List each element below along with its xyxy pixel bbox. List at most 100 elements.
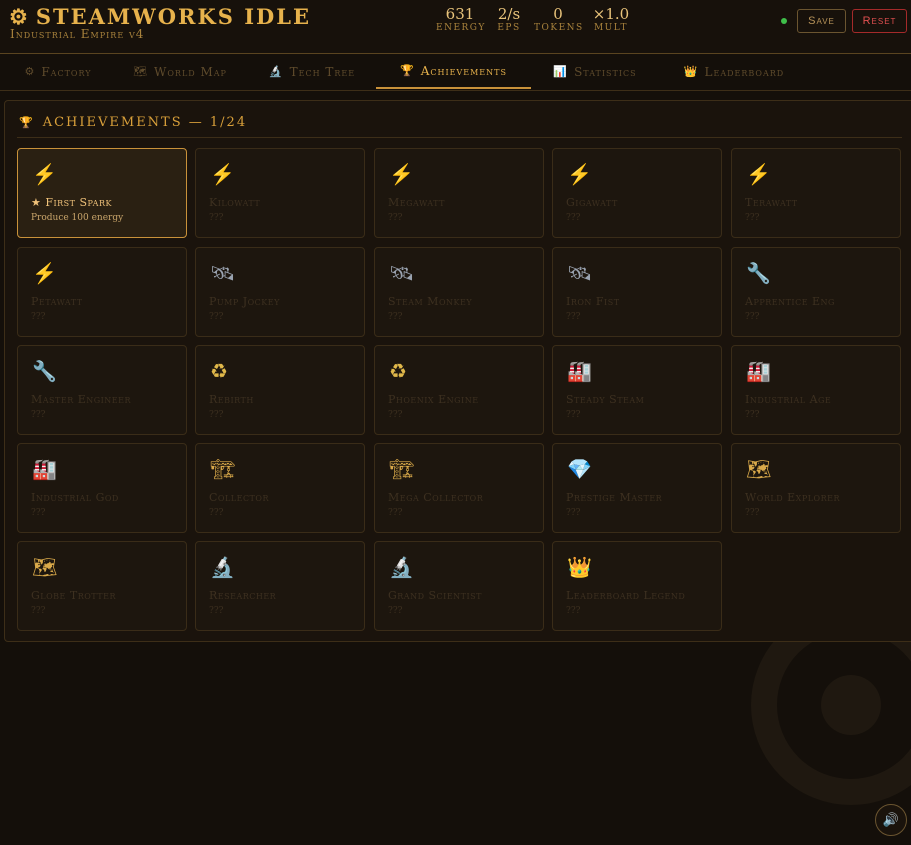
achievement-description: ???	[388, 312, 403, 322]
divider	[17, 137, 902, 138]
achievement-name: ★ First Spark	[31, 196, 112, 209]
achievement-card[interactable]: 👑 Leaderboard Legend???	[552, 541, 722, 631]
speaker-icon: 🔊	[882, 812, 900, 828]
achievement-name: Pump Jockey	[209, 295, 280, 308]
achievement-description: ???	[209, 508, 224, 518]
achievement-name: Steam Monkey	[388, 295, 473, 308]
achievement-description: ???	[566, 213, 581, 223]
recycle-icon: ♻	[210, 359, 228, 383]
world-map-icon: 🗺	[32, 555, 58, 579]
achievement-name: Collector	[209, 491, 269, 504]
achievement-description: Produce 100 energy	[31, 213, 124, 223]
achievement-name: Terawatt	[745, 196, 798, 209]
achievements-panel: 🏆 Achievements — 1/24 ⚡ ★ First Spark Produ…	[4, 100, 911, 642]
achievement-card[interactable]: 🗺 Globe Trotter???	[17, 541, 187, 631]
achievement-name: World Explorer	[745, 491, 840, 504]
achievement-name: Apprentice Eng	[745, 295, 835, 308]
crown-icon: 👑	[567, 555, 592, 579]
energy-stat: 631 Energy	[436, 5, 486, 33]
achievement-card[interactable]: 🗺 World Explorer???	[731, 443, 901, 533]
lightning-icon: ⚡	[389, 162, 414, 186]
map-icon: 🗺	[133, 65, 149, 78]
achievement-name: Rebirth	[209, 393, 254, 406]
online-status-indicator	[781, 18, 787, 24]
achievement-name: Industrial Age	[745, 393, 832, 406]
world-map-icon: 🗺	[746, 457, 772, 481]
achievement-card[interactable]: ♻ Rebirth???	[195, 345, 365, 435]
wrench-icon: 🔧	[32, 359, 57, 383]
top-bar: ⚙ Steamworks Idle Industrial Empire v4 63…	[0, 0, 911, 54]
achievement-card[interactable]: 🔬 Grand Scientist???	[374, 541, 544, 631]
achievement-name: Prestige Master	[566, 491, 663, 504]
trophy-icon: 🏆	[400, 64, 415, 77]
achievement-card[interactable]: ⚡ Megawatt???	[374, 148, 544, 238]
achievement-card[interactable]: ⚡ Kilowatt???	[195, 148, 365, 238]
achievement-name: Grand Scientist	[388, 589, 482, 602]
save-button[interactable]: Save	[797, 9, 846, 33]
bar-chart-icon: 📊	[553, 65, 569, 78]
achievement-description: ???	[566, 606, 581, 616]
achievement-card[interactable]: ⚡ Terawatt???	[731, 148, 901, 238]
achievement-card[interactable]: 🏗 Collector???	[195, 443, 365, 533]
satellite-icon: 🛰	[389, 261, 415, 285]
achievement-name: Mega Collector	[388, 491, 484, 504]
tab-world-map[interactable]: 🗺 World Map	[118, 54, 242, 89]
achievement-name: Iron Fist	[566, 295, 620, 308]
achievement-description: ???	[745, 508, 760, 518]
achievement-card[interactable]: 🛰 Pump Jockey???	[195, 247, 365, 337]
gear-icon: ⚙	[24, 65, 36, 78]
satellite-icon: 🛰	[210, 261, 236, 285]
microscope-icon: 🔬	[389, 555, 414, 579]
achievement-card[interactable]: 💎 Prestige Master???	[552, 443, 722, 533]
achievement-description: ???	[566, 508, 581, 518]
achievement-card[interactable]: 🏭 Industrial God???	[17, 443, 187, 533]
diamond-icon: 💎	[567, 457, 592, 481]
achievement-card[interactable]: 🛰 Steam Monkey???	[374, 247, 544, 337]
tokens-stat: 0 Tokens	[534, 5, 584, 33]
tab-factory[interactable]: ⚙ Factory	[8, 54, 108, 89]
achievement-name: Kilowatt	[209, 196, 261, 209]
reset-button[interactable]: Reset	[852, 9, 907, 33]
achievement-card[interactable]: 🔧 Master Engineer???	[17, 345, 187, 435]
tab-leaderboard[interactable]: 👑 Leaderboard	[664, 54, 804, 89]
lightning-icon: ⚡	[567, 162, 592, 186]
achievement-card[interactable]: ⚡ ★ First Spark Produce 100 energy	[17, 148, 187, 238]
tab-tech-tree[interactable]: 🔬 Tech Tree	[254, 54, 370, 89]
achievement-name: Petawatt	[31, 295, 83, 308]
tab-statistics[interactable]: 📊 Statistics	[538, 54, 652, 89]
achievement-card[interactable]: 🔧 Apprentice Eng???	[731, 247, 901, 337]
trophy-icon: 🏆	[19, 116, 35, 129]
app-subtitle: Industrial Empire v4	[10, 27, 145, 41]
achievement-card[interactable]: 🏭 Steady Steam???	[552, 345, 722, 435]
achievement-name: Researcher	[209, 589, 277, 602]
satellite-icon: 🛰	[567, 261, 593, 285]
microscope-icon: 🔬	[268, 65, 284, 78]
achievement-name: Gigawatt	[566, 196, 618, 209]
eps-stat: 2/s EPS	[497, 5, 521, 33]
achievement-name: Industrial God	[31, 491, 119, 504]
achievement-name: Megawatt	[388, 196, 445, 209]
lightning-icon: ⚡	[210, 162, 235, 186]
achievement-name: Leaderboard Legend	[566, 589, 686, 602]
achievement-card[interactable]: 🏗 Mega Collector???	[374, 443, 544, 533]
achievement-name: Master Engineer	[31, 393, 132, 406]
achievement-card[interactable]: ⚡ Petawatt???	[17, 247, 187, 337]
construction-icon: 🏗	[210, 457, 236, 481]
achievement-description: ???	[31, 312, 46, 322]
tab-achievements[interactable]: 🏆 Achievements	[376, 54, 531, 89]
app-title: ⚙ Steamworks Idle	[9, 4, 312, 29]
main-tabs: ⚙ Factory 🗺 World Map 🔬 Tech Tree 🏆 Achievem…	[0, 54, 911, 91]
achievements-heading: 🏆 Achievements — 1/24	[19, 115, 248, 130]
achievement-description: ???	[31, 410, 46, 420]
achievement-card[interactable]: 🔬 Researcher???	[195, 541, 365, 631]
achievement-card[interactable]: ♻ Phoenix Engine???	[374, 345, 544, 435]
achievement-description: ???	[745, 213, 760, 223]
sound-toggle-button[interactable]: 🔊	[875, 804, 907, 836]
microscope-icon: 🔬	[210, 555, 235, 579]
factory-icon: 🏭	[567, 359, 592, 383]
achievement-card[interactable]: 🛰 Iron Fist???	[552, 247, 722, 337]
achievement-card[interactable]: ⚡ Gigawatt???	[552, 148, 722, 238]
achievement-description: ???	[745, 312, 760, 322]
achievement-description: ???	[209, 213, 224, 223]
achievement-card[interactable]: 🏭 Industrial Age???	[731, 345, 901, 435]
